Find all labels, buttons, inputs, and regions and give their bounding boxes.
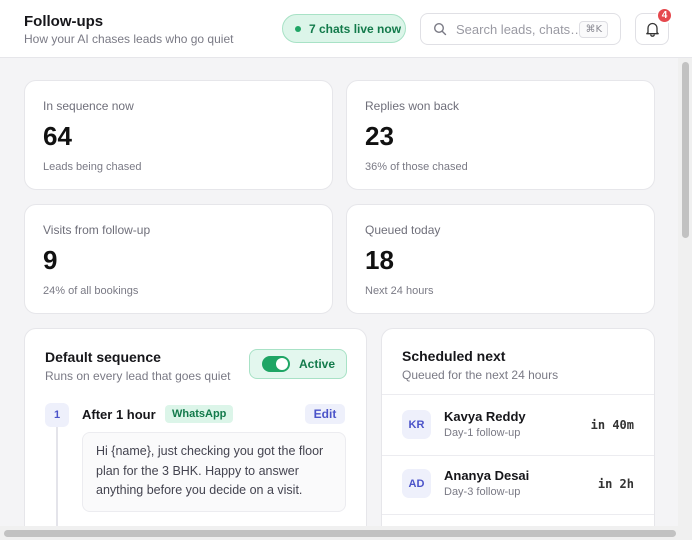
edit-step-button[interactable]: Edit: [305, 404, 345, 424]
search-icon: [433, 22, 447, 36]
stat-label: In sequence now: [43, 99, 134, 113]
channel-badge: WhatsApp: [165, 405, 234, 423]
bell-icon: [645, 22, 659, 37]
stat-label: Visits from follow-up: [43, 223, 151, 237]
step-number: 1: [45, 403, 69, 427]
sequence-subtitle: Runs on every lead that goes quiet: [45, 369, 231, 383]
stat-label: Replies won back: [365, 99, 460, 113]
default-sequence-card: Default sequence Runs on every lead that…: [24, 328, 367, 538]
stat-value: 18: [365, 245, 394, 275]
stat-label: Queued today: [365, 223, 441, 237]
search-box[interactable]: ⌘K: [420, 13, 621, 45]
stat-note: Next 24 hours: [365, 285, 434, 297]
lead-eta: in 2h: [597, 477, 634, 491]
divider: [382, 455, 654, 456]
divider: [382, 514, 654, 515]
stat-card-visits: Visits from follow-up 9 24% of all booki…: [24, 204, 333, 314]
live-dot-icon: [295, 25, 301, 32]
lead-name[interactable]: Kavya Reddy: [444, 409, 526, 424]
sequence-title: Default sequence: [45, 349, 161, 365]
vertical-scrollbar-thumb[interactable]: [682, 62, 689, 238]
avatar: AD: [402, 469, 431, 498]
lead-name[interactable]: Ananya Desai: [444, 468, 529, 483]
live-chats-label: 7 chats live now: [309, 21, 402, 36]
notification-count-badge: 4: [656, 7, 673, 24]
toggle-switch-icon: [262, 356, 290, 372]
toggle-label: Active: [299, 357, 336, 371]
stat-card-in-sequence: In sequence now 64 Leads being chased: [24, 80, 333, 190]
live-chats-pill[interactable]: 7 chats live now: [282, 14, 406, 43]
step-message: Hi {name}, just checking you got the flo…: [82, 432, 346, 512]
scheduled-next-card: Scheduled next Queued for the next 24 ho…: [381, 328, 655, 538]
stat-value: 9: [43, 245, 58, 275]
divider: [382, 394, 654, 395]
stat-value: 23: [365, 121, 394, 151]
lead-step: Day-1 follow-up: [444, 427, 521, 439]
sequence-active-toggle[interactable]: Active: [249, 349, 347, 379]
lead-step: Day-3 follow-up: [444, 486, 521, 498]
stat-note: 36% of those chased: [365, 161, 468, 173]
stat-value: 64: [43, 121, 72, 151]
stat-card-replies-won-back: Replies won back 23 36% of those chased: [346, 80, 655, 190]
page-subtitle: How your AI chases leads who go quiet: [24, 32, 234, 46]
step-title: After 1 hour: [82, 407, 156, 422]
search-input[interactable]: [456, 21, 578, 37]
lead-eta: in 40m: [590, 418, 634, 432]
page-header: Follow-ups How your AI chases leads who …: [0, 0, 692, 58]
stat-note: Leads being chased: [43, 161, 142, 173]
stat-card-queued-today: Queued today 18 Next 24 hours: [346, 204, 655, 314]
scheduled-title: Scheduled next: [402, 348, 506, 364]
horizontal-scrollbar-thumb[interactable]: [4, 530, 676, 537]
search-shortcut-hint: ⌘K: [579, 21, 608, 38]
step-timeline-line: [56, 426, 58, 536]
avatar: KR: [402, 410, 431, 439]
scheduled-subtitle: Queued for the next 24 hours: [402, 368, 559, 382]
stat-note: 24% of all bookings: [43, 285, 139, 297]
page-title: Follow-ups: [24, 13, 104, 30]
